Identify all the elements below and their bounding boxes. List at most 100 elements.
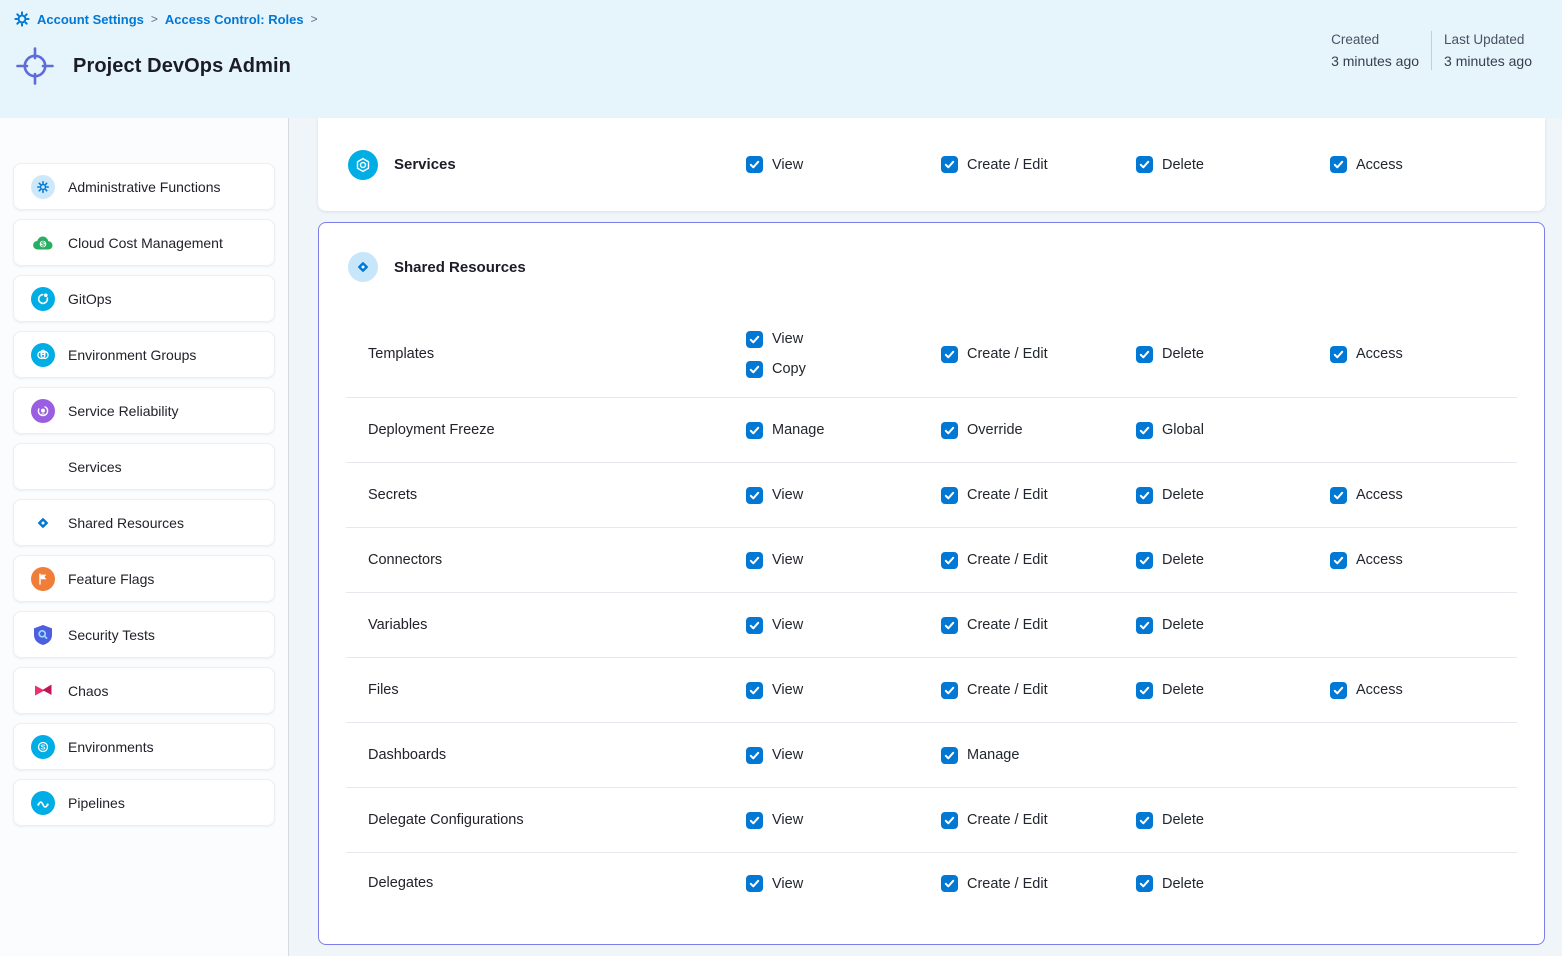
checkbox-checked-icon[interactable] <box>941 346 958 363</box>
sidebar-item-cloud-cost-management[interactable]: $Cloud Cost Management <box>13 219 275 266</box>
checkbox-checked-icon[interactable] <box>746 552 763 569</box>
permission-checkbox-view[interactable]: View <box>746 331 941 348</box>
checkbox-label: Access <box>1356 552 1403 568</box>
permission-checkbox-access[interactable]: Access <box>1330 346 1517 363</box>
permission-cell: Delete <box>1136 682 1330 699</box>
checkbox-checked-icon[interactable] <box>941 682 958 699</box>
sidebar-item-security-tests[interactable]: Security Tests <box>13 611 275 658</box>
permission-checkbox-create-edit[interactable]: Create / Edit <box>941 682 1136 699</box>
sidebar-item-gitops[interactable]: GitOps <box>13 275 275 322</box>
permission-checkbox-create-edit[interactable]: Create / Edit <box>941 812 1136 829</box>
permission-cell: View <box>746 156 941 173</box>
checkbox-checked-icon[interactable] <box>941 422 958 439</box>
checkbox-checked-icon[interactable] <box>941 812 958 829</box>
sidebar-item-environments[interactable]: SEnvironments <box>13 723 275 770</box>
permission-checkbox-view[interactable]: View <box>746 552 941 569</box>
checkbox-checked-icon[interactable] <box>1136 346 1153 363</box>
checkbox-checked-icon[interactable] <box>1136 875 1153 892</box>
checkbox-checked-icon[interactable] <box>746 617 763 634</box>
checkbox-checked-icon[interactable] <box>1330 682 1347 699</box>
permission-checkbox-delete[interactable]: Delete <box>1136 875 1330 892</box>
last-updated-block: Last Updated 3 minutes ago <box>1432 29 1544 72</box>
checkbox-checked-icon[interactable] <box>1330 156 1347 173</box>
permission-checkbox-delete[interactable]: Delete <box>1136 812 1330 829</box>
permission-checkbox-view[interactable]: View <box>746 617 941 634</box>
sidebar-item-services[interactable]: Services <box>13 443 275 490</box>
checkbox-checked-icon[interactable] <box>1330 487 1347 504</box>
permission-checkbox-view[interactable]: View <box>746 156 941 173</box>
sidebar-item-administrative-functions[interactable]: Administrative Functions <box>13 163 275 210</box>
permission-cell: Access <box>1330 487 1517 504</box>
page-header: Account Settings > Access Control: Roles… <box>0 0 1562 118</box>
permission-checkbox-override[interactable]: Override <box>941 422 1136 439</box>
checkbox-checked-icon[interactable] <box>746 682 763 699</box>
permission-checkbox-delete[interactable]: Delete <box>1136 156 1330 173</box>
permission-cell: View <box>746 487 941 504</box>
checkbox-checked-icon[interactable] <box>941 617 958 634</box>
permission-checkbox-create-edit[interactable]: Create / Edit <box>941 156 1136 173</box>
checkbox-checked-icon[interactable] <box>941 875 958 892</box>
sidebar-item-label: Pipelines <box>68 795 125 811</box>
permission-checkbox-delete[interactable]: Delete <box>1136 552 1330 569</box>
permission-checkbox-view[interactable]: View <box>746 812 941 829</box>
last-updated-value: 3 minutes ago <box>1444 50 1532 72</box>
checkbox-checked-icon[interactable] <box>941 487 958 504</box>
checkbox-checked-icon[interactable] <box>941 552 958 569</box>
permission-checkbox-view[interactable]: View <box>746 487 941 504</box>
permission-checkbox-create-edit[interactable]: Create / Edit <box>941 346 1136 363</box>
permission-checkbox-delete[interactable]: Delete <box>1136 617 1330 634</box>
permission-checkbox-access[interactable]: Access <box>1330 552 1517 569</box>
checkbox-checked-icon[interactable] <box>746 361 763 378</box>
checkbox-checked-icon[interactable] <box>1330 346 1347 363</box>
checkbox-checked-icon[interactable] <box>746 331 763 348</box>
checkbox-checked-icon[interactable] <box>1330 552 1347 569</box>
permission-checkbox-manage[interactable]: Manage <box>941 747 1136 764</box>
sidebar-item-environment-groups[interactable]: Environment Groups <box>13 331 275 378</box>
permission-cell: Override <box>941 422 1136 439</box>
permission-checkbox-create-edit[interactable]: Create / Edit <box>941 617 1136 634</box>
permission-checkbox-access[interactable]: Access <box>1330 682 1517 699</box>
permission-checkbox-create-edit[interactable]: Create / Edit <box>941 487 1136 504</box>
checkbox-checked-icon[interactable] <box>1136 487 1153 504</box>
permission-checkbox-view[interactable]: View <box>746 682 941 699</box>
permission-checkbox-access[interactable]: Access <box>1330 487 1517 504</box>
checkbox-label: Create / Edit <box>967 157 1048 173</box>
checkbox-checked-icon[interactable] <box>746 487 763 504</box>
checkbox-checked-icon[interactable] <box>746 875 763 892</box>
permission-checkbox-view[interactable]: View <box>746 875 941 892</box>
checkbox-checked-icon[interactable] <box>1136 156 1153 173</box>
checkbox-checked-icon[interactable] <box>1136 812 1153 829</box>
checkbox-checked-icon[interactable] <box>746 156 763 173</box>
permission-checkbox-manage[interactable]: Manage <box>746 422 941 439</box>
checkbox-checked-icon[interactable] <box>1136 682 1153 699</box>
breadcrumb-access-control-roles[interactable]: Access Control: Roles <box>165 12 304 27</box>
permission-checkbox-create-edit[interactable]: Create / Edit <box>941 552 1136 569</box>
checkbox-checked-icon[interactable] <box>1136 617 1153 634</box>
sidebar-item-feature-flags[interactable]: Feature Flags <box>13 555 275 602</box>
checkbox-label: Delete <box>1162 157 1204 173</box>
sidebar-item-pipelines[interactable]: Pipelines <box>13 779 275 826</box>
checkbox-label: Delete <box>1162 346 1204 362</box>
permission-row-variables: VariablesViewCreate / EditDelete <box>346 593 1517 658</box>
permission-checkbox-create-edit[interactable]: Create / Edit <box>941 875 1136 892</box>
permission-checkbox-delete[interactable]: Delete <box>1136 487 1330 504</box>
sidebar-item-service-reliability[interactable]: Service Reliability <box>13 387 275 434</box>
permission-checkbox-global[interactable]: Global <box>1136 422 1330 439</box>
permission-checkbox-copy[interactable]: Copy <box>746 361 941 378</box>
checkbox-checked-icon[interactable] <box>746 422 763 439</box>
checkbox-checked-icon[interactable] <box>746 812 763 829</box>
permission-checkbox-delete[interactable]: Delete <box>1136 346 1330 363</box>
checkbox-checked-icon[interactable] <box>941 747 958 764</box>
checkbox-checked-icon[interactable] <box>1136 552 1153 569</box>
permission-checkbox-access[interactable]: Access <box>1330 156 1545 173</box>
permission-cell: Delete <box>1136 156 1330 173</box>
checkbox-checked-icon[interactable] <box>941 156 958 173</box>
sidebar-item-shared-resources[interactable]: Shared Resources <box>13 499 275 546</box>
permission-checkbox-delete[interactable]: Delete <box>1136 682 1330 699</box>
permission-checkbox-view[interactable]: View <box>746 747 941 764</box>
sidebar-item-chaos[interactable]: Chaos <box>13 667 275 714</box>
checkbox-checked-icon[interactable] <box>1136 422 1153 439</box>
checkbox-checked-icon[interactable] <box>746 747 763 764</box>
breadcrumb-account-settings[interactable]: Account Settings <box>37 12 144 27</box>
checkbox-label: Access <box>1356 157 1403 173</box>
